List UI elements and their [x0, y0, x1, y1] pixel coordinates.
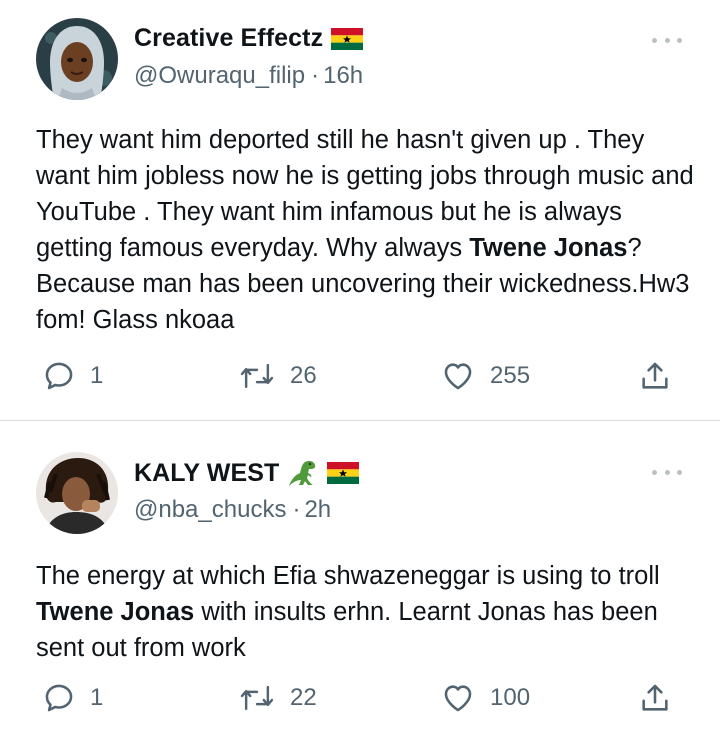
author-name[interactable]: KALY WEST [134, 459, 279, 488]
tweet-divider [0, 420, 720, 421]
share-button[interactable] [638, 356, 672, 396]
heart-icon [444, 363, 472, 390]
like-count: 255 [490, 362, 531, 389]
like-button[interactable]: 100 [440, 678, 530, 718]
retweet-count: 22 [290, 684, 317, 711]
tweet-1[interactable]: Creative Effectz @Owuraqu_filip · 16h They… [0, 0, 720, 421]
author-name-row[interactable]: KALY WEST [134, 458, 360, 488]
timestamp[interactable]: 2h [304, 496, 331, 523]
share-icon [642, 362, 668, 389]
action-bar: 1 22 100 [0, 678, 720, 718]
tweet-2[interactable]: KALY WEST @nba_chucks · 2h The energy at w… [0, 422, 720, 732]
like-count: 100 [490, 684, 531, 711]
like-button[interactable]: 255 [440, 356, 530, 396]
ghana-flag-icon [327, 462, 360, 484]
share-button[interactable] [638, 678, 672, 718]
retweet-icon [240, 363, 274, 389]
more-icon[interactable] [652, 36, 682, 46]
handle-time-row: @Owuraqu_filip · 16h [134, 62, 363, 90]
bold-mention: Twene Jonas [36, 598, 195, 626]
heart-icon [444, 685, 472, 712]
bold-mention: Twene Jonas [469, 234, 628, 262]
retweet-icon [240, 685, 274, 711]
tweet-text: They want him deported still he hasn't g… [36, 122, 696, 338]
reply-button[interactable]: 1 [42, 356, 103, 396]
author-name-row[interactable]: Creative Effectz [134, 24, 364, 53]
author-handle[interactable]: @Owuraqu_filip [134, 62, 305, 89]
ghana-flag-icon [331, 27, 364, 50]
separator-dot: · [311, 62, 320, 89]
reply-icon [45, 684, 73, 712]
reply-count: 1 [90, 684, 104, 711]
action-bar: 1 26 255 [0, 356, 720, 396]
author-handle[interactable]: @nba_chucks [134, 496, 286, 523]
author-name[interactable]: Creative Effectz [134, 24, 323, 53]
reply-button[interactable]: 1 [42, 678, 103, 718]
more-icon[interactable] [652, 468, 682, 478]
reply-count: 1 [90, 362, 104, 389]
retweet-button[interactable]: 22 [238, 678, 317, 718]
avatar-photo [36, 452, 118, 534]
share-icon [642, 684, 668, 711]
timestamp[interactable]: 16h [323, 62, 363, 89]
avatar[interactable] [36, 18, 118, 100]
handle-time-row: @nba_chucks · 2h [134, 496, 331, 524]
retweet-button[interactable]: 26 [238, 356, 317, 396]
separator-dot: · [292, 496, 301, 523]
avatar[interactable] [36, 452, 118, 534]
avatar-illustration [36, 18, 118, 100]
retweet-count: 26 [290, 362, 317, 389]
text-segment: The energy at which Efia shwazeneggar is… [36, 562, 660, 590]
tweet-text: The energy at which Efia shwazeneggar is… [36, 558, 696, 666]
t-rex-emoji-icon [289, 461, 316, 486]
reply-icon [45, 362, 73, 390]
